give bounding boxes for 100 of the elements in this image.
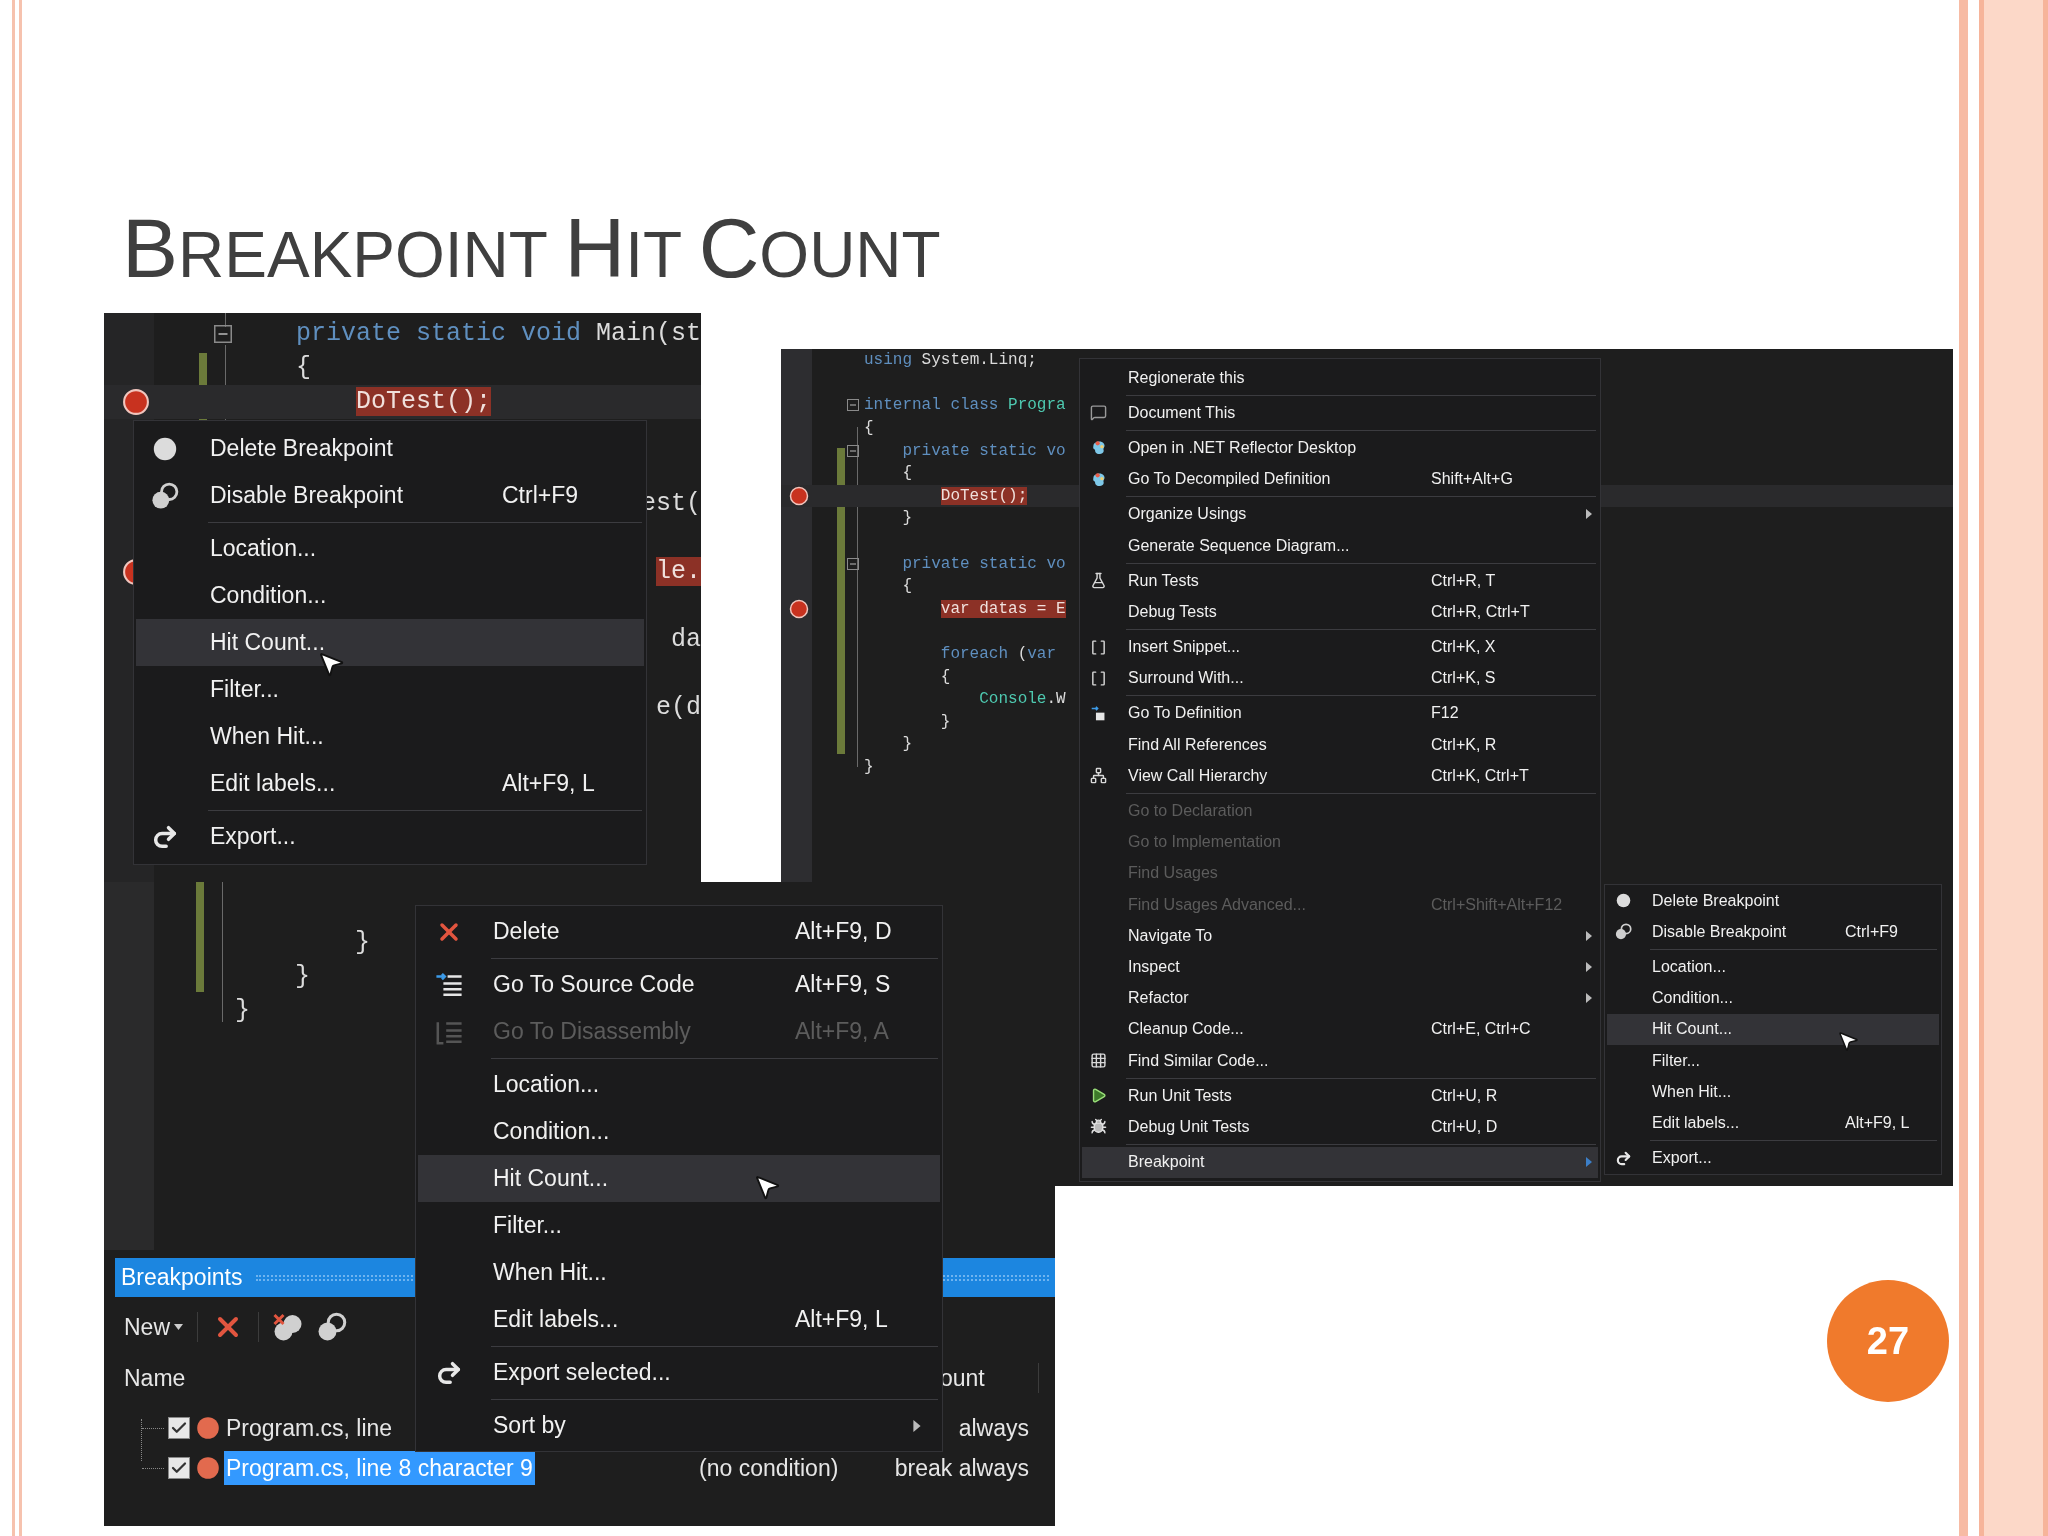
breakpoint-icon [196, 1456, 220, 1480]
menu-item[interactable]: Edit labels... Alt+F9, L [1607, 1107, 1939, 1139]
fold-guide-line [225, 313, 226, 327]
menu-item[interactable]: Cleanup Code... Ctrl+E, Ctrl+C [1082, 1013, 1598, 1045]
menu-item[interactable]: Run Tests Ctrl+R, T [1082, 565, 1598, 597]
menu-item[interactable]: Location... [136, 525, 644, 572]
menu-item[interactable]: Generate Sequence Diagram... [1082, 529, 1598, 562]
menu-item[interactable]: Condition... [418, 1108, 940, 1155]
circles-icon[interactable] [317, 1312, 347, 1342]
code-text: } [235, 995, 250, 1028]
submenu-arrow-icon [1586, 509, 1592, 520]
menu-item[interactable]: Debug Tests Ctrl+R, Ctrl+T [1082, 596, 1598, 628]
menu-item[interactable]: Surround With... Ctrl+K, S [1082, 662, 1598, 694]
menu-item[interactable]: Go To Definition F12 [1082, 697, 1598, 730]
panel-title: Breakpoints [121, 1263, 243, 1293]
breakpoint-name[interactable]: Program.cs, line [224, 1410, 395, 1446]
speech-bubble-icon [1090, 404, 1107, 422]
menu-item[interactable]: Run Unit Tests Ctrl+U, R [1082, 1080, 1598, 1112]
checkbox[interactable] [168, 1457, 190, 1479]
menu-item[interactable]: Disable Breakpoint Ctrl+F9 [136, 472, 644, 519]
arrow-square-icon [1090, 704, 1107, 722]
menu-item[interactable]: Disable Breakpoint Ctrl+F9 [1607, 916, 1939, 948]
code-text: DoTest(); [356, 386, 492, 419]
menu-item[interactable]: Sort by [418, 1402, 940, 1449]
code-text: } [940, 711, 951, 733]
submenu-arrow-icon [1586, 961, 1592, 972]
menu-item[interactable]: Export... [1607, 1142, 1939, 1174]
menu-item[interactable]: Export... [136, 813, 644, 860]
menu-item[interactable]: Filter... [1607, 1044, 1939, 1077]
menu-item[interactable]: Condition... [136, 572, 644, 619]
menu-item[interactable]: Go To Decompiled Definition Shift+Alt+G [1082, 463, 1598, 495]
menu-item[interactable]: Condition... [1607, 982, 1939, 1014]
list-arrow-icon [435, 970, 463, 999]
breakpoint-icon[interactable] [789, 598, 809, 619]
flask-icon [1090, 572, 1107, 590]
menu-item[interactable]: Filter... [418, 1202, 940, 1249]
menu-item[interactable]: Breakpoint [1082, 1146, 1598, 1178]
slide-title: BREAKPOINT HIT COUNT [122, 206, 941, 290]
circle-icon [1615, 892, 1632, 910]
code-text: private static vo [902, 553, 1066, 575]
menu-item[interactable]: Regionerate this [1082, 362, 1598, 394]
menu-item[interactable]: View Call Hierarchy Ctrl+K, Ctrl+T [1082, 760, 1598, 792]
condition-text: (no condition) [699, 1453, 839, 1483]
menu-item[interactable]: Hit Count... [136, 619, 644, 666]
circles-icon [151, 481, 179, 510]
code-text: e(d [656, 692, 701, 725]
menu-item[interactable]: Hit Count... [1607, 1013, 1939, 1045]
submenu-arrow-icon [1586, 993, 1592, 1004]
collapse-icon[interactable] [847, 399, 859, 412]
menu-item[interactable]: Insert Snippet... Ctrl+K, X [1082, 631, 1598, 663]
menu-item[interactable]: When Hit... [1607, 1076, 1939, 1108]
blob-icon [1090, 439, 1107, 457]
code-text: } [355, 927, 371, 960]
checkbox[interactable] [168, 1417, 190, 1439]
caret-icon [174, 1324, 183, 1330]
code-text: private static void Main(st [295, 318, 701, 351]
code-text: { [296, 352, 311, 385]
menu-item[interactable]: Edit labels... Alt+F9, L [418, 1296, 940, 1343]
menu-item[interactable]: Delete Alt+F9, D [418, 908, 940, 955]
menu-item[interactable]: Location... [1607, 951, 1939, 983]
menu-item[interactable]: Export selected... [418, 1349, 940, 1396]
menu-item[interactable]: Inspect [1082, 951, 1598, 983]
menu-item[interactable]: Debug Unit Tests Ctrl+U, D [1082, 1111, 1598, 1143]
collapse-icon[interactable] [847, 557, 859, 570]
code-text: le. [656, 556, 701, 589]
code-text: { [864, 418, 874, 440]
code-text: DoTest(); [940, 485, 1028, 507]
menu-item[interactable]: When Hit... [136, 713, 644, 760]
menu-item[interactable]: Go To Source Code Alt+F9, S [418, 961, 940, 1008]
code-text: { [940, 666, 951, 688]
page-number: 27 [1866, 1318, 1910, 1364]
menu-item[interactable]: Delete Breakpoint [136, 425, 644, 472]
submenu-arrow-icon [1586, 930, 1592, 941]
menu-item[interactable]: Delete Breakpoint [1607, 885, 1939, 917]
menu-item[interactable]: Location... [418, 1061, 940, 1108]
breakpoint-icon[interactable] [122, 388, 150, 416]
breakpoint-icon[interactable] [789, 485, 809, 506]
collapse-icon[interactable] [213, 325, 232, 343]
code-text: foreach (var [940, 644, 1057, 665]
code-text: } [864, 757, 874, 778]
menu-item[interactable]: Organize Usings [1082, 498, 1598, 530]
menu-item[interactable]: Document This [1082, 397, 1598, 429]
new-button[interactable]: New [124, 1309, 183, 1345]
menu-item[interactable]: When Hit... [418, 1249, 940, 1296]
circles-x-icon[interactable] [273, 1312, 303, 1342]
menu-item[interactable]: Find All References Ctrl+K, R [1082, 729, 1598, 761]
play-icon [1090, 1087, 1107, 1105]
menu-item[interactable]: Filter... [136, 666, 644, 713]
code-text: } [902, 508, 912, 530]
bug-icon [1090, 1118, 1107, 1136]
menu-item[interactable]: Find Similar Code... [1082, 1044, 1598, 1077]
column-header[interactable]: Name [124, 1360, 186, 1396]
code-text: } [295, 961, 311, 994]
hit-count-text: break always [894, 1453, 1029, 1483]
menu-item[interactable]: Edit labels... Alt+F9, L [136, 760, 644, 807]
collapse-icon[interactable] [847, 444, 859, 457]
menu-item[interactable]: Hit Count... [418, 1155, 940, 1202]
menu-item[interactable]: Open in .NET Reflector Desktop [1082, 432, 1598, 464]
menu-item[interactable]: Refactor [1082, 982, 1598, 1014]
menu-item[interactable]: Navigate To [1082, 920, 1598, 952]
